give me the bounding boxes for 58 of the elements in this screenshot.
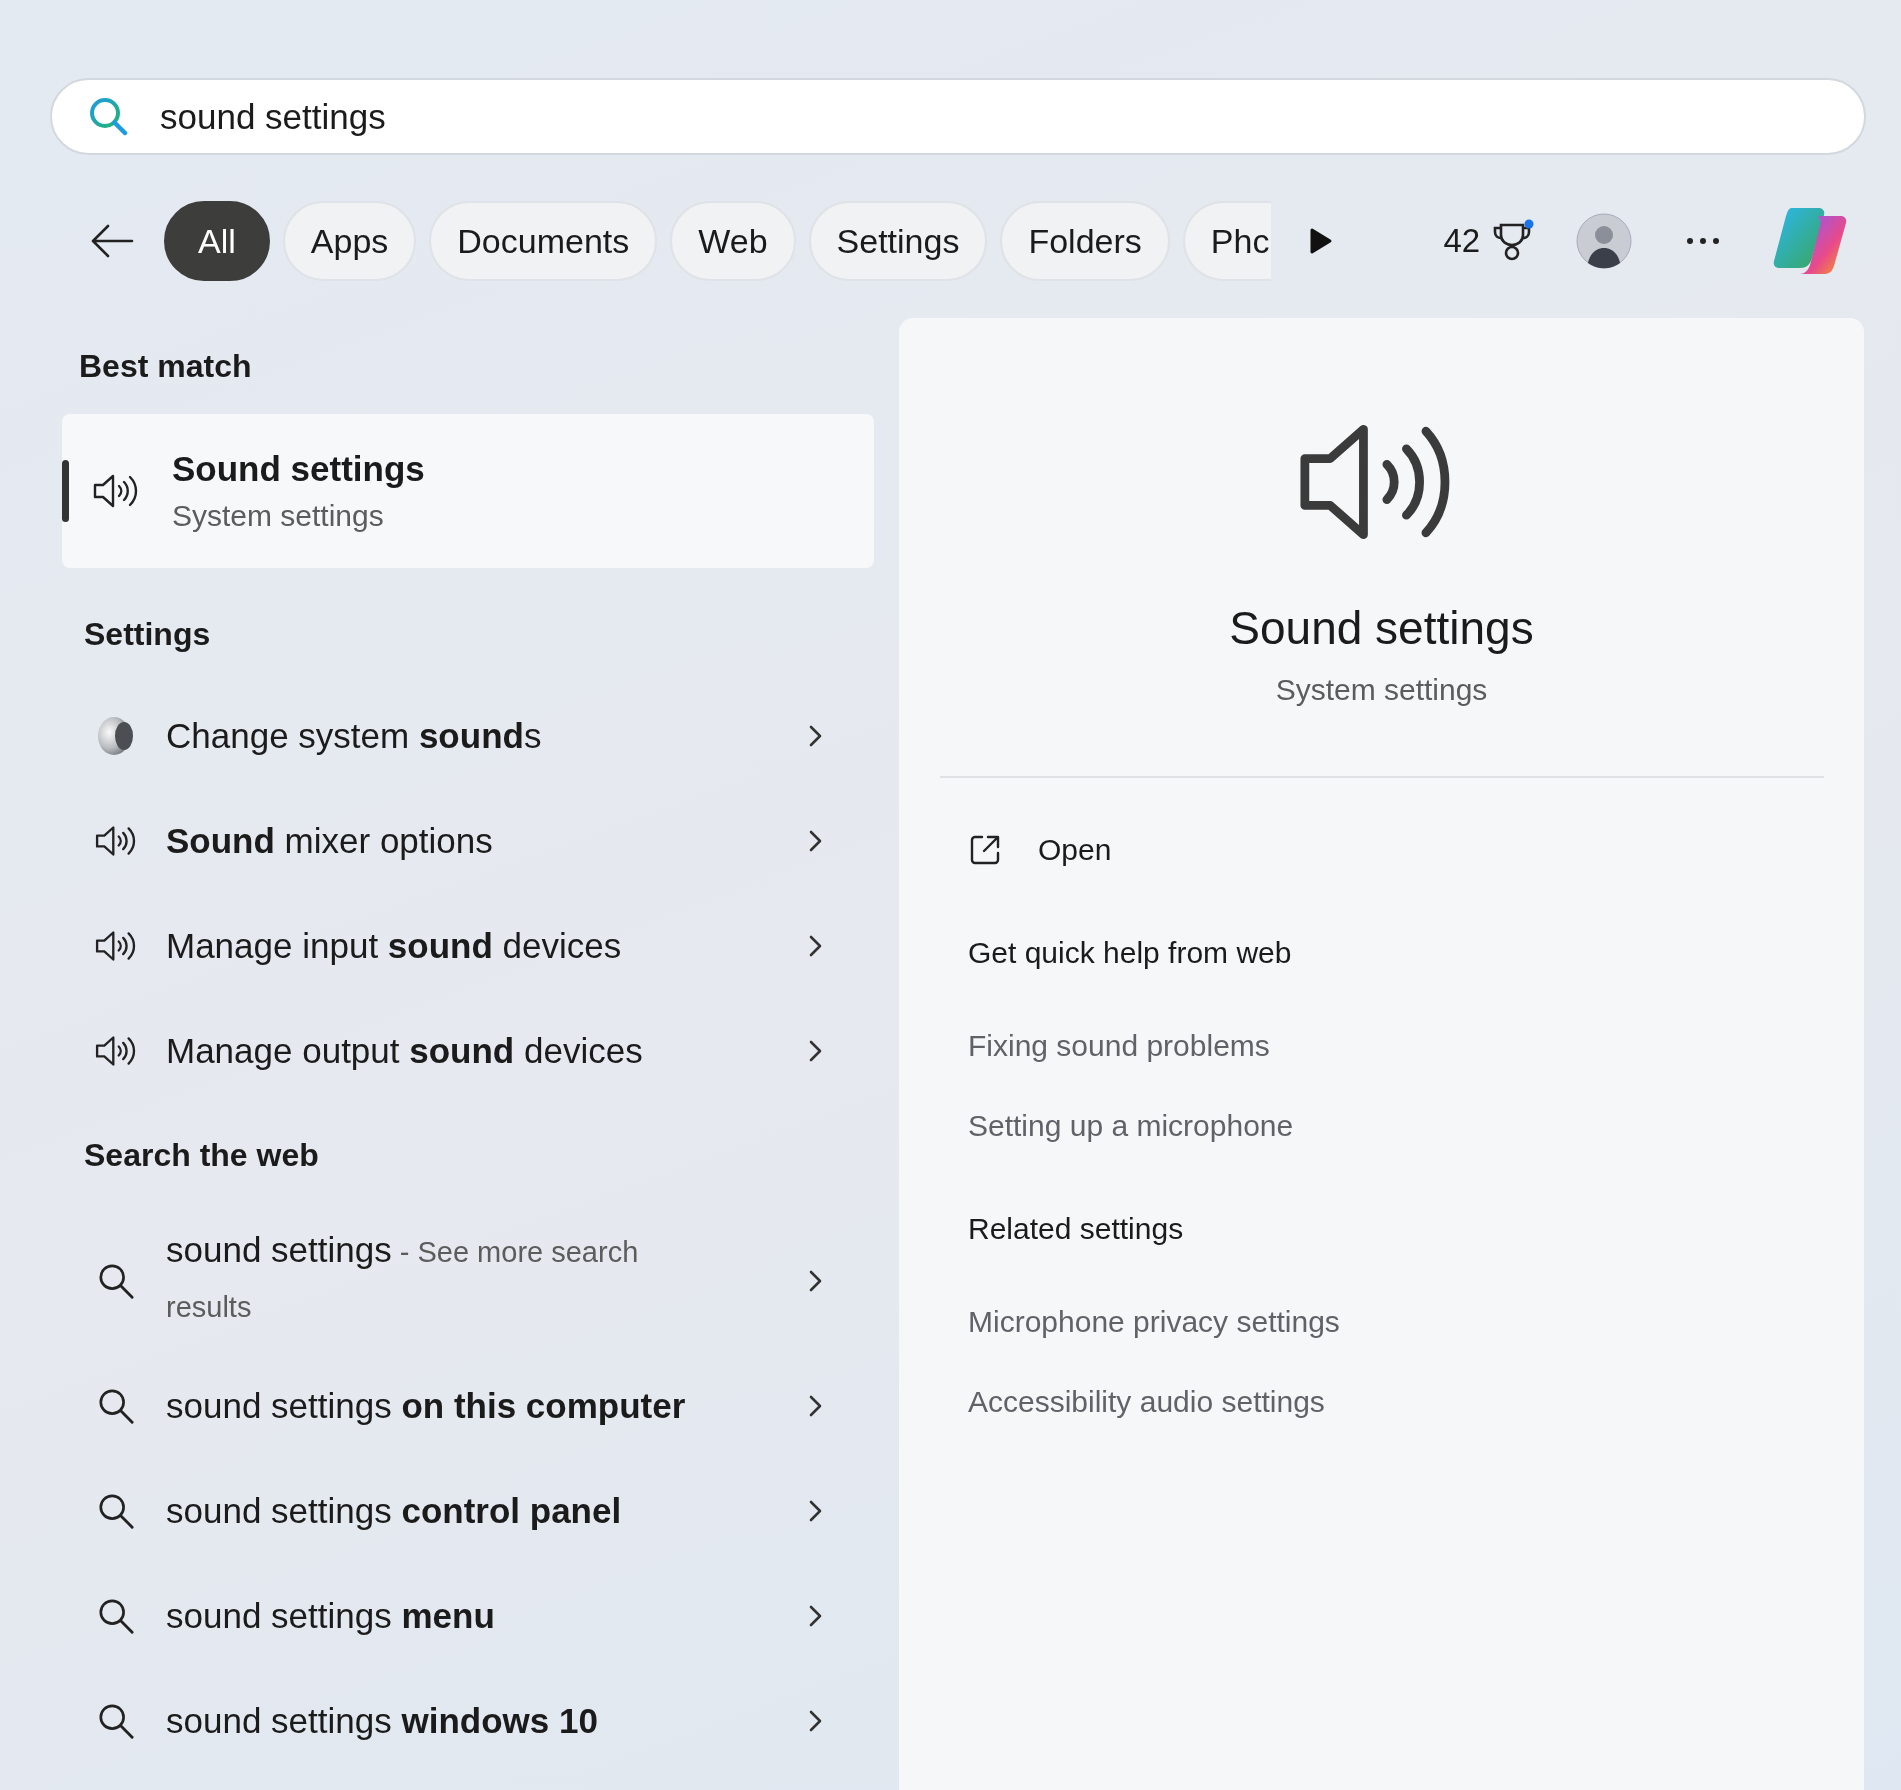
filter-tab[interactable]: Apps: [282, 201, 417, 281]
web-result[interactable]: sound settings control panel: [62, 1458, 874, 1563]
chevron-right-icon: [808, 828, 822, 853]
section-heading: Best match: [79, 348, 253, 385]
chevron-right-icon: [808, 723, 822, 748]
filter-tab[interactable]: All: [164, 201, 270, 281]
settings-result[interactable]: Manage output sound devices: [62, 998, 874, 1103]
more-options-icon[interactable]: [1686, 237, 1721, 245]
settings-result[interactable]: Sound mixer options: [62, 788, 874, 893]
selection-indicator: [62, 460, 69, 522]
open-action[interactable]: Open: [968, 833, 1112, 867]
copilot-logo-icon[interactable]: [1772, 206, 1849, 276]
filter-tab[interactable]: Phc: [1182, 201, 1272, 281]
scroll-right-icon[interactable]: [1309, 227, 1334, 255]
section-heading: Settings: [84, 616, 212, 653]
result-label: Change system sounds: [166, 715, 542, 756]
result-label: sound settings menu: [166, 1595, 496, 1636]
best-match-subtitle: System settings: [172, 499, 385, 533]
help-link[interactable]: Fixing sound problems: [968, 1029, 1270, 1063]
result-label: sound settings windows 10: [166, 1700, 599, 1741]
settings-result[interactable]: Change system sounds: [62, 683, 874, 788]
web-result[interactable]: sound settings - See more search results: [62, 1209, 874, 1353]
help-link[interactable]: Setting up a microphone: [968, 1109, 1294, 1143]
reward-points: 42: [1443, 222, 1481, 260]
settings-link[interactable]: Accessibility audio settings: [968, 1385, 1325, 1419]
web-result[interactable]: sound settings windows 10: [62, 1668, 874, 1773]
back-arrow-icon[interactable]: [90, 223, 134, 259]
result-label: sound settings - See more search results: [166, 1229, 640, 1325]
result-label: sound settings on this computer: [166, 1385, 686, 1426]
chevron-right-icon: [808, 1498, 822, 1523]
result-label: Manage output sound devices: [166, 1030, 643, 1071]
filter-tab[interactable]: Documents: [429, 201, 658, 281]
search-field[interactable]: sound settings: [50, 78, 1866, 155]
web-result[interactable]: sound settings on this computer: [62, 1353, 874, 1458]
filter-tab[interactable]: Web: [670, 201, 796, 281]
panel-heading: Get quick help from web: [968, 936, 1293, 970]
chevron-right-icon: [808, 1269, 822, 1293]
filter-tab[interactable]: Settings: [808, 201, 988, 281]
best-match-item[interactable]: Sound settings System settings: [62, 414, 874, 568]
chevron-right-icon: [808, 1708, 822, 1733]
chevron-right-icon: [808, 1393, 822, 1418]
settings-result[interactable]: Manage input sound devices: [62, 893, 874, 998]
chevron-right-icon: [808, 933, 822, 958]
result-label: sound settings control panel: [166, 1490, 623, 1531]
detail-title: Sound settings: [1229, 601, 1534, 655]
section-heading: Search the web: [84, 1137, 320, 1174]
web-result[interactable]: sound settings menu: [62, 1563, 874, 1668]
chevron-right-icon: [808, 1038, 822, 1063]
panel-heading: Related settings: [968, 1212, 1185, 1246]
open-external-icon: [968, 833, 1002, 867]
result-label: Manage input sound devices: [166, 925, 622, 966]
detail-subtitle: System settings: [1275, 673, 1488, 707]
result-label: Sound mixer options: [166, 820, 493, 861]
avatar-icon[interactable]: [1576, 213, 1633, 269]
best-match-title: Sound settings: [172, 449, 425, 489]
filter-tab[interactable]: Folders: [1000, 201, 1170, 281]
chevron-right-icon: [808, 1603, 822, 1628]
settings-link[interactable]: Microphone privacy settings: [968, 1305, 1340, 1339]
